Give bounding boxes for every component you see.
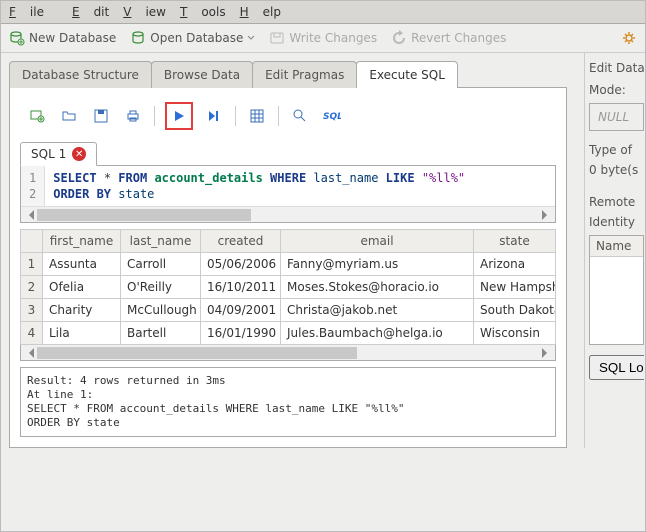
tab-browse-data[interactable]: Browse Data — [151, 61, 253, 88]
cell-email[interactable]: Christa@jakob.net — [281, 299, 474, 322]
edit-data-title: Edit Data — [589, 61, 644, 75]
sql-log-button[interactable]: SQL Log — [589, 355, 644, 380]
open-file-button[interactable] — [58, 105, 80, 127]
execute-button[interactable] — [165, 102, 193, 130]
open-database-button[interactable]: Open Database — [130, 30, 255, 46]
cell-value-box[interactable]: NULL — [589, 103, 644, 131]
svg-text:SQL: SQL — [323, 112, 341, 122]
cell-first-name[interactable]: Assunta — [43, 253, 121, 276]
cell-state[interactable]: Wisconsin — [474, 322, 556, 345]
main-tabs: Database Structure Browse Data Edit Prag… — [9, 61, 576, 88]
identity-label: Identity — [589, 215, 644, 229]
cell-last-name[interactable]: Bartell — [121, 322, 201, 345]
revert-changes-label: Revert Changes — [411, 31, 506, 45]
sql-editor-tabs: SQL 1 ✕ — [20, 142, 556, 166]
write-icon — [269, 30, 285, 46]
save-results-button[interactable] — [246, 105, 268, 127]
result-log[interactable]: Result: 4 rows returned in 3ms At line 1… — [20, 367, 556, 437]
cell-email[interactable]: Moses.Stokes@horacio.io — [281, 276, 474, 299]
revert-icon — [391, 30, 407, 46]
menubar: File Edit View Tools Help — [1, 1, 645, 24]
print-button[interactable] — [122, 105, 144, 127]
sql-tab-label: SQL 1 — [31, 147, 66, 161]
new-tab-button[interactable] — [26, 105, 48, 127]
open-database-label: Open Database — [150, 31, 243, 45]
database-plus-icon — [9, 30, 25, 46]
execute-sql-panel: SQL SQL 1 ✕ 12 SELECT * FROM account_det… — [9, 87, 567, 448]
identity-list[interactable]: Name — [589, 235, 644, 345]
cell-last-name[interactable]: McCullough — [121, 299, 201, 322]
close-tab-icon[interactable]: ✕ — [72, 147, 86, 161]
row-header-blank — [21, 230, 43, 253]
table-row[interactable]: 1AssuntaCarroll05/06/2006Fanny@myriam.us… — [21, 253, 556, 276]
cell-email[interactable]: Fanny@myriam.us — [281, 253, 474, 276]
menu-help[interactable]: Help — [240, 5, 281, 19]
cell-first-name[interactable]: Ofelia — [43, 276, 121, 299]
size-label: 0 byte(s — [589, 163, 644, 177]
results-table: first_name last_name created email state… — [20, 229, 556, 345]
cell-state[interactable]: South Dakota — [474, 299, 556, 322]
cell-created[interactable]: 16/10/2011 — [201, 276, 281, 299]
write-changes-label: Write Changes — [289, 31, 377, 45]
row-number: 1 — [21, 253, 43, 276]
col-created[interactable]: created — [201, 230, 281, 253]
cell-email[interactable]: Jules.Baumbach@helga.io — [281, 322, 474, 345]
row-number: 2 — [21, 276, 43, 299]
cell-state[interactable]: New Hampshire — [474, 276, 556, 299]
tab-edit-pragmas[interactable]: Edit Pragmas — [252, 61, 357, 88]
cell-state[interactable]: Arizona — [474, 253, 556, 276]
col-last-name[interactable]: last_name — [121, 230, 201, 253]
main-toolbar: New Database Open Database Write Changes… — [1, 24, 645, 53]
cell-last-name[interactable]: Carroll — [121, 253, 201, 276]
write-changes-button: Write Changes — [269, 30, 377, 46]
sql-help-button[interactable]: SQL — [321, 105, 343, 127]
results-hscroll[interactable] — [20, 345, 556, 361]
side-panel: Edit Data Mode: NULL Type of 0 byte(s Re… — [584, 53, 644, 448]
row-number: 4 — [21, 322, 43, 345]
database-open-icon — [130, 30, 146, 46]
col-first-name[interactable]: first_name — [43, 230, 121, 253]
col-state[interactable]: state — [474, 230, 556, 253]
menu-view[interactable]: View — [123, 5, 166, 19]
cell-first-name[interactable]: Lila — [43, 322, 121, 345]
cell-created[interactable]: 04/09/2001 — [201, 299, 281, 322]
remote-title: Remote — [589, 195, 644, 209]
cell-created[interactable]: 16/01/1990 — [201, 322, 281, 345]
new-database-button[interactable]: New Database — [9, 30, 116, 46]
col-email[interactable]: email — [281, 230, 474, 253]
mode-label: Mode: — [589, 83, 644, 97]
cell-created[interactable]: 05/06/2006 — [201, 253, 281, 276]
cell-first-name[interactable]: Charity — [43, 299, 121, 322]
revert-changes-button: Revert Changes — [391, 30, 506, 46]
tab-execute-sql[interactable]: Execute SQL — [356, 61, 458, 88]
find-button[interactable] — [289, 105, 311, 127]
menu-edit[interactable]: Edit — [72, 5, 109, 19]
editor-code[interactable]: SELECT * FROM account_details WHERE last… — [45, 166, 555, 206]
type-label: Type of — [589, 143, 644, 157]
table-row[interactable]: 4LilaBartell16/01/1990Jules.Baumbach@hel… — [21, 322, 556, 345]
cell-last-name[interactable]: O'Reilly — [121, 276, 201, 299]
gear-icon[interactable] — [621, 30, 637, 46]
sql-toolbar: SQL — [20, 98, 556, 134]
row-number: 3 — [21, 299, 43, 322]
table-row[interactable]: 3CharityMcCullough04/09/2001Christa@jako… — [21, 299, 556, 322]
sql-editor[interactable]: 12 SELECT * FROM account_details WHERE l… — [20, 165, 556, 223]
table-row[interactable]: 2OfeliaO'Reilly16/10/2011Moses.Stokes@ho… — [21, 276, 556, 299]
sql-editor-tab-1[interactable]: SQL 1 ✕ — [20, 142, 97, 166]
menu-tools[interactable]: Tools — [180, 5, 226, 19]
editor-gutter: 12 — [21, 166, 45, 206]
execute-line-button[interactable] — [203, 105, 225, 127]
new-database-label: New Database — [29, 31, 116, 45]
dropdown-icon[interactable] — [247, 34, 255, 42]
menu-file[interactable]: File — [9, 5, 58, 19]
editor-hscroll[interactable] — [21, 206, 555, 222]
identity-name-header: Name — [590, 236, 643, 257]
tab-database-structure[interactable]: Database Structure — [9, 61, 152, 88]
save-file-button[interactable] — [90, 105, 112, 127]
